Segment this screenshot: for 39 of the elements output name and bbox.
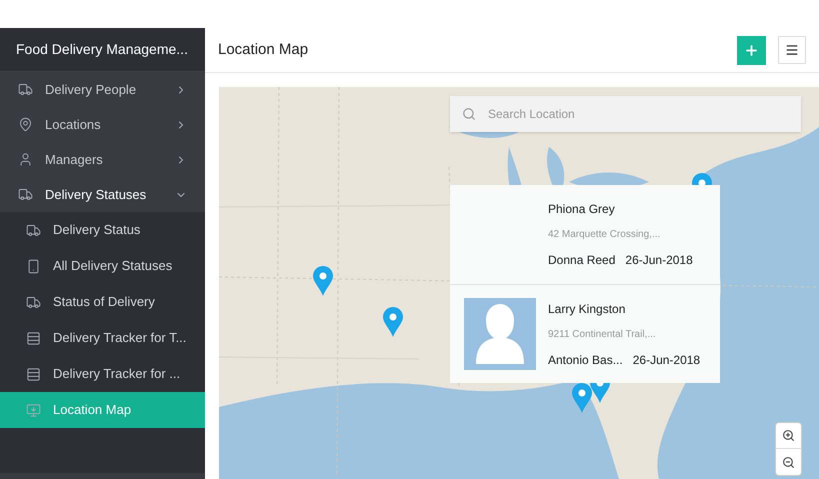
monitor-icon <box>26 402 41 418</box>
sidebar-subitem[interactable]: All Delivery Statuses <box>0 248 205 284</box>
truck-icon <box>26 222 41 238</box>
date-text: 26-Jun-2018 <box>632 352 700 368</box>
phone-icon <box>26 258 41 274</box>
page-title: Location Map <box>218 40 310 60</box>
manager-name: Antonio Bas... <box>548 352 623 368</box>
search-icon <box>462 107 476 121</box>
zoom-in-icon <box>782 429 795 442</box>
app-title: Food Delivery Manageme... <box>16 40 188 59</box>
date-text: 26-Jun-2018 <box>625 252 693 269</box>
popup-item[interactable]: Phiona Grey 42 Marquette Crossing,... Donna Reed 26-Jun-2018 <box>450 185 720 284</box>
person-name: Larry Kingston <box>548 300 626 318</box>
menu-button[interactable] <box>778 36 806 64</box>
sidebar-subitem[interactable]: Status of Delivery <box>0 284 205 320</box>
address-text: 42 Marquette Crossing,... <box>548 228 662 242</box>
sidebar-subitem[interactable]: Delivery Status <box>0 212 205 248</box>
list-icon <box>26 366 41 382</box>
menu-icon <box>785 43 799 57</box>
zoom-out-icon <box>782 456 795 468</box>
plus-icon <box>744 42 759 58</box>
location-pin-icon <box>18 117 33 132</box>
manager-name: Donna Reed <box>548 252 616 269</box>
sidebar-item[interactable]: Locations <box>0 107 205 142</box>
search-field[interactable]: Search Location <box>450 96 801 132</box>
map[interactable]: Search Location Phiona Grey 42 Marquette Crossing,... Donna Reed 26-Jun-2018 Larry Kingston 9211 Continental Trail,... Antonio Bas... 26-Jun-2018 <box>219 87 819 479</box>
sidebar-item[interactable]: Delivery Statuses <box>0 177 205 212</box>
address-text: 9211 Continental Trail,... <box>548 328 657 342</box>
truck-icon <box>18 82 33 97</box>
sidebar-subitem[interactable]: Delivery Tracker for ... <box>0 356 205 392</box>
person-icon <box>18 152 33 167</box>
popup-item[interactable]: Larry Kingston 9211 Continental Trail,... Antonio Bas... 26-Jun-2018 <box>450 284 720 383</box>
person-name: Phiona Grey <box>548 201 616 218</box>
list-icon <box>26 330 41 346</box>
truck-icon <box>18 187 33 202</box>
sidebar-subitem[interactable]: Delivery Tracker for T... <box>0 320 205 356</box>
truck-icon <box>26 294 41 310</box>
sidebar-item[interactable]: Managers <box>0 142 205 177</box>
sidebar-item[interactable]: Delivery People <box>0 72 205 107</box>
